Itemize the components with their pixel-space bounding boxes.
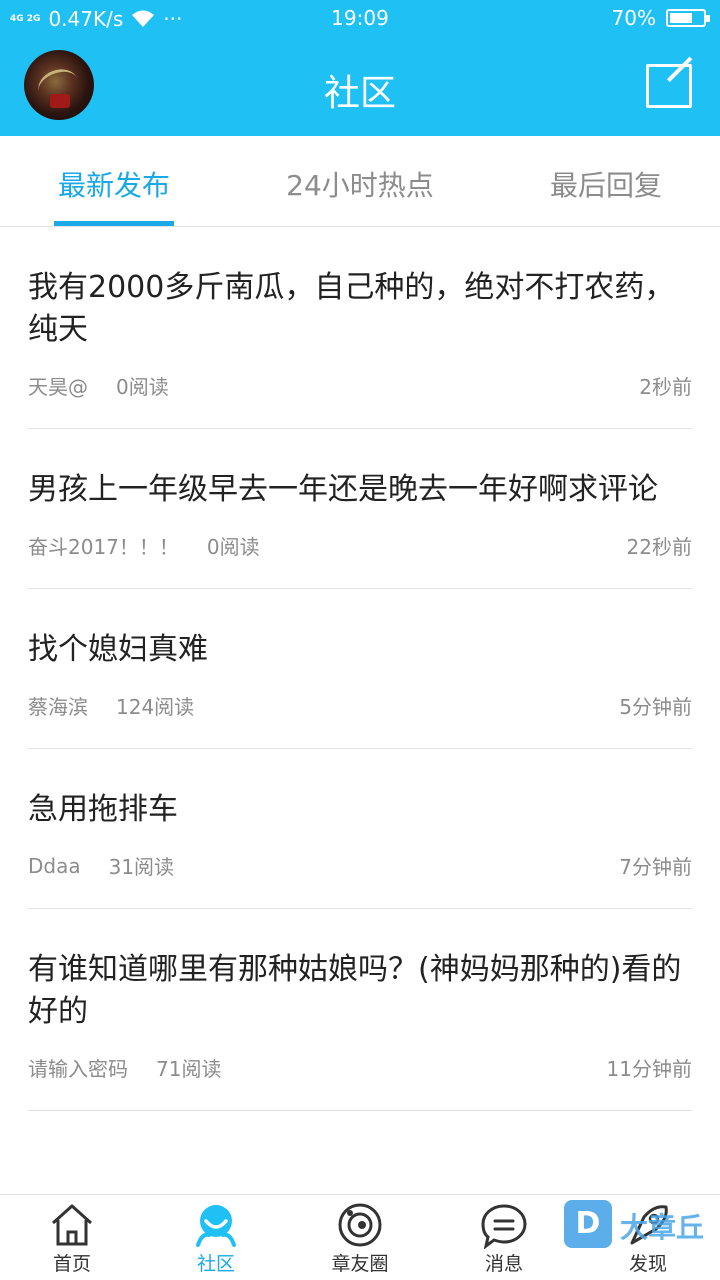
- header: 社区: [0, 38, 720, 136]
- tab-bar: 最新发布 24小时热点 最后回复: [0, 136, 720, 227]
- post-meta: 天昊@ 0阅读 2秒前: [28, 351, 692, 428]
- post-meta: Ddaa 31阅读 7分钟前: [28, 831, 692, 908]
- post-reads: 0阅读: [206, 535, 260, 559]
- post-author: 蔡海滨: [28, 695, 88, 719]
- nav-label: 社区: [196, 1253, 235, 1275]
- status-bar: 4G 2G 0.47K/s ··· 19:09 70%: [0, 0, 720, 38]
- nav-home[interactable]: 首页: [0, 1195, 144, 1280]
- watermark-text: 大章丘: [620, 1211, 705, 1244]
- post-title: 急用拖排车: [28, 792, 178, 827]
- message-icon: [481, 1204, 527, 1249]
- list-item[interactable]: 我有2000多斤南瓜，自己种的，绝对不打农药，纯天 天昊@ 0阅读 2秒前: [28, 227, 692, 429]
- post-meta: 蔡海滨 124阅读 5分钟前: [28, 671, 692, 748]
- post-title: 有谁知道哪里有那种姑娘吗？(神妈妈那种的)看的好的: [28, 952, 682, 1029]
- post-author: Ddaa: [28, 853, 81, 878]
- post-time: 22秒前: [626, 535, 692, 559]
- nav-circle[interactable]: 章友圈: [288, 1195, 432, 1280]
- battery-fill: [670, 13, 693, 23]
- post-reads: 71阅读: [156, 1057, 222, 1081]
- list-item[interactable]: 找个媳妇真难 蔡海滨 124阅读 5分钟前: [28, 589, 692, 749]
- tab-latest[interactable]: 最新发布: [0, 136, 228, 226]
- watermark-badge: D: [564, 1200, 612, 1248]
- post-reads: 0阅读: [116, 375, 169, 399]
- tab-indicator: [54, 221, 174, 226]
- tab-label: 最后回复: [549, 169, 662, 202]
- post-title: 男孩上一年级早去一年还是晚去一年好啊求评论: [28, 472, 658, 507]
- list-item[interactable]: 男孩上一年级早去一年还是晚去一年好啊求评论 奋斗2017！！！ 0阅读 22秒前: [28, 429, 692, 589]
- post-time: 11分钟前: [606, 1057, 692, 1081]
- post-author: 奋斗2017！！！: [28, 535, 179, 559]
- tab-label: 24小时热点: [286, 169, 434, 202]
- post-author: 请输入密码: [28, 1057, 128, 1081]
- post-author: 天昊@: [28, 375, 88, 399]
- battery-icon: [666, 9, 710, 27]
- nav-label: 首页: [52, 1253, 91, 1275]
- compose-icon[interactable]: [646, 64, 692, 108]
- watermark-logo: D 大章丘: [564, 1200, 714, 1254]
- tab-last-reply[interactable]: 最后回复: [492, 136, 720, 226]
- nav-messages[interactable]: 消息: [432, 1195, 576, 1280]
- post-reads: 124阅读: [116, 695, 195, 719]
- battery-percent: 70%: [611, 6, 656, 30]
- nav-label: 章友圈: [331, 1253, 389, 1275]
- community-icon: [196, 1205, 236, 1247]
- list-item[interactable]: 有谁知道哪里有那种姑娘吗？(神妈妈那种的)看的好的 请输入密码 71阅读 11分…: [28, 909, 692, 1111]
- post-title: 我有2000多斤南瓜，自己种的，绝对不打农药，纯天: [28, 270, 675, 347]
- nav-community[interactable]: 社区: [144, 1195, 288, 1280]
- nav-label: 消息: [484, 1253, 523, 1275]
- circle-icon: [338, 1203, 382, 1247]
- post-time: 5分钟前: [619, 695, 692, 719]
- app-root: 4G 2G 0.47K/s ··· 19:09 70% 社区 最新发布 24小时…: [0, 0, 720, 1280]
- post-reads: 31阅读: [108, 855, 175, 879]
- tab-24h-hot[interactable]: 24小时热点: [228, 136, 492, 226]
- list-item[interactable]: 急用拖排车 Ddaa 31阅读 7分钟前: [28, 749, 692, 909]
- post-list: 我有2000多斤南瓜，自己种的，绝对不打农药，纯天 天昊@ 0阅读 2秒前 男孩…: [0, 227, 720, 1111]
- home-icon: [51, 1204, 93, 1246]
- post-time: 7分钟前: [619, 855, 692, 879]
- page-title: 社区: [323, 73, 396, 114]
- tab-label: 最新发布: [57, 169, 170, 202]
- post-time: 2秒前: [639, 375, 692, 399]
- post-meta: 奋斗2017！！！ 0阅读 22秒前: [28, 511, 692, 588]
- post-title: 找个媳妇真难: [28, 632, 208, 667]
- post-meta: 请输入密码 71阅读 11分钟前: [28, 1033, 692, 1110]
